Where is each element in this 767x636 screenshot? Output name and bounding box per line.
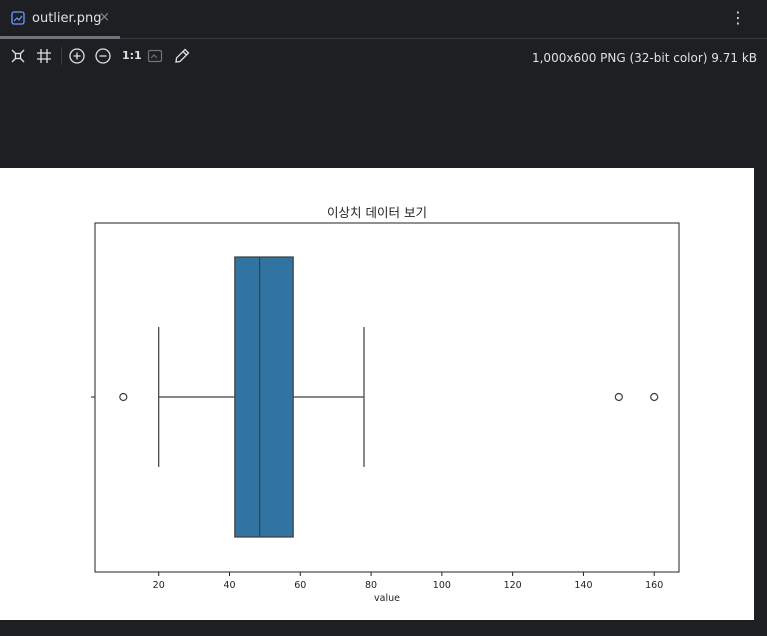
more-options-icon[interactable]: ⋮ <box>730 8 746 28</box>
boxplot-chart: 20 40 60 80 100 120 140 160 value <box>91 222 680 604</box>
actual-size-button[interactable]: 1:1 <box>122 49 142 62</box>
x-tick-label: 20 <box>153 580 165 591</box>
x-tick-label: 80 <box>365 580 377 591</box>
color-picker-icon[interactable] <box>173 47 191 65</box>
x-tick-label: 100 <box>433 580 451 591</box>
tab-outlier-png[interactable]: outlier.png × <box>0 0 120 39</box>
x-tick-label: 60 <box>294 580 306 591</box>
zoom-out-icon[interactable] <box>94 47 112 65</box>
x-tick-label: 140 <box>574 580 592 591</box>
box-iqr <box>234 256 294 538</box>
outlier-point <box>614 392 623 402</box>
image-info: 1,000x600 PNG (32-bit color) 9.71 kB <box>531 51 757 65</box>
toolbar-separator <box>61 47 62 65</box>
tab-bar: outlier.png × ⋮ <box>0 0 767 39</box>
tab-label: outlier.png <box>32 11 102 26</box>
grid-icon[interactable] <box>35 47 53 65</box>
outlier-point <box>119 392 128 402</box>
x-tick-label: 120 <box>504 580 522 591</box>
vertical-scrollbar[interactable] <box>754 168 767 620</box>
zoom-in-icon[interactable] <box>68 47 86 65</box>
x-tick-label: 40 <box>223 580 235 591</box>
background-toggle-icon[interactable] <box>146 47 164 65</box>
image-file-icon <box>11 11 25 25</box>
close-icon[interactable]: × <box>99 10 110 25</box>
outlier-point <box>650 392 659 402</box>
x-tick-label: 160 <box>645 580 663 591</box>
x-axis-label: value <box>374 593 400 604</box>
fit-to-window-icon[interactable] <box>9 47 27 65</box>
image-preview: 이상치 데이터 보기 20 40 60 80 100 120 140 160 value <box>0 168 754 620</box>
